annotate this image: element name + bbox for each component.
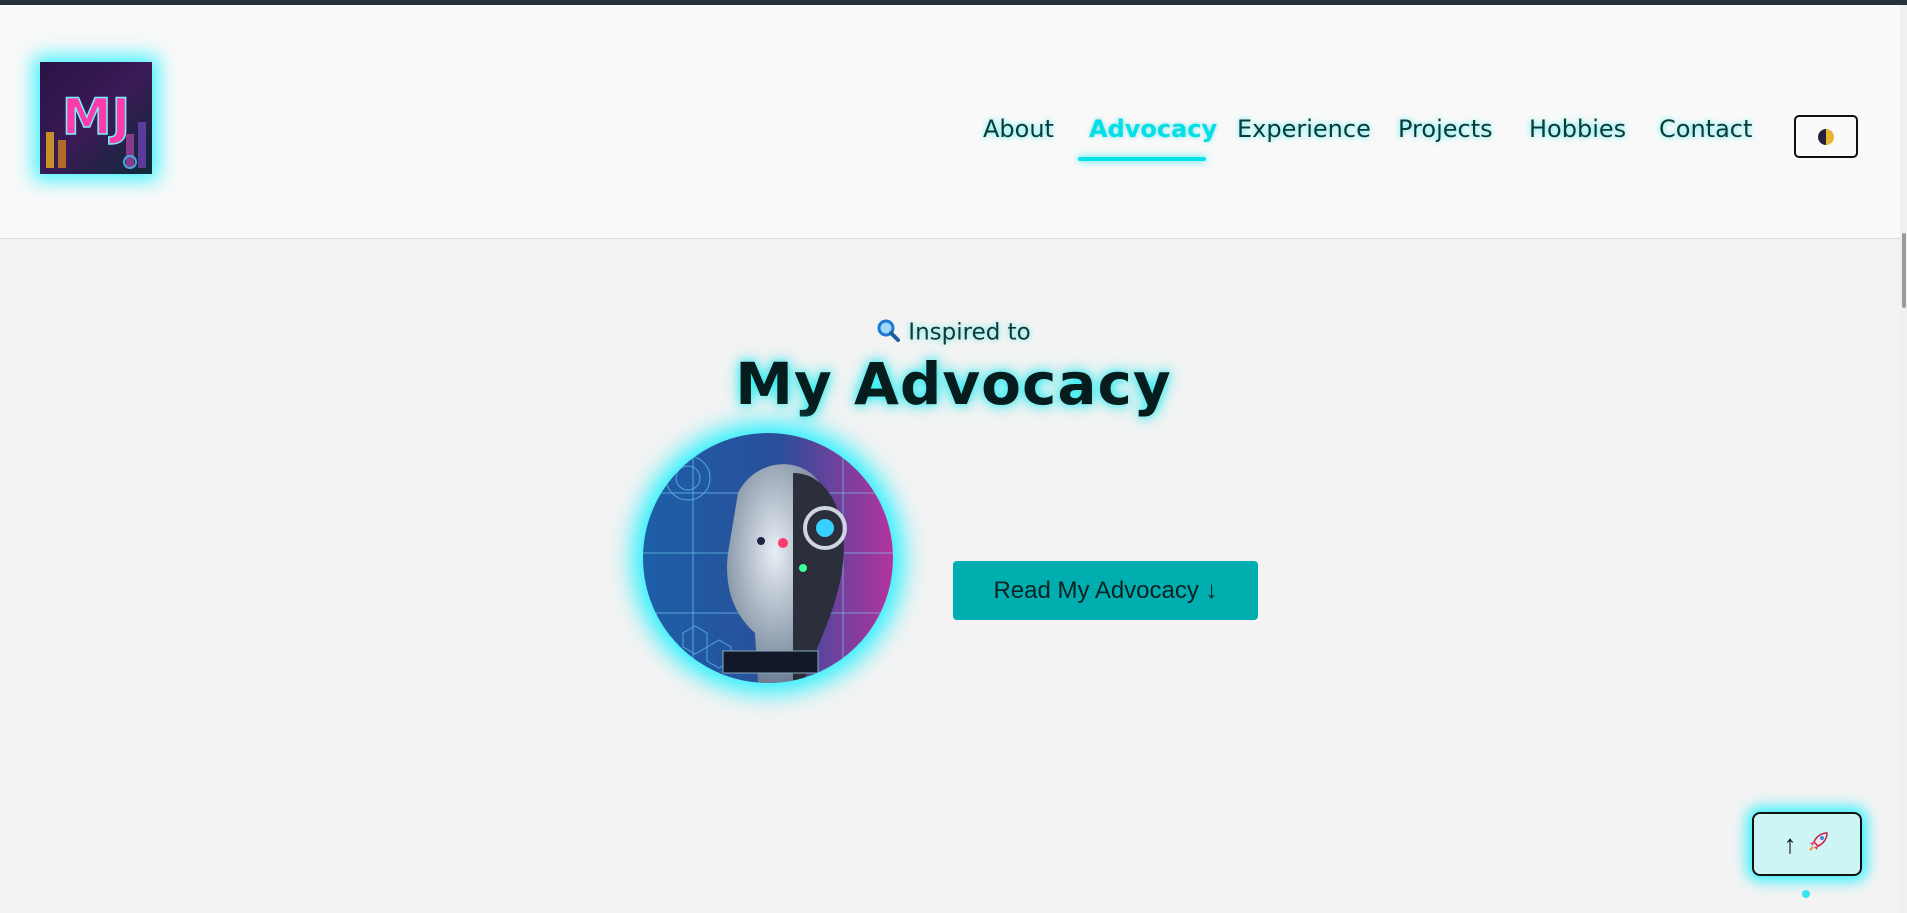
scrollbar-thumb[interactable]	[1902, 233, 1906, 308]
logo-text: MJ	[62, 88, 130, 146]
hero-eyebrow-text: Inspired to	[908, 319, 1031, 346]
scroll-indicator-dot	[1802, 890, 1810, 898]
nav-item-projects[interactable]: Projects	[1398, 115, 1493, 143]
nav-item-advocacy[interactable]: Advocacy	[1089, 115, 1217, 143]
half-circle-theme-icon	[1818, 128, 1834, 145]
nav-item-hobbies[interactable]: Hobbies	[1529, 115, 1626, 143]
nav-item-contact[interactable]: Contact	[1659, 115, 1752, 143]
site-header: MJ About Advocacy Experience Projects Ho…	[0, 5, 1900, 239]
page-title: My Advocacy	[735, 350, 1172, 418]
theme-toggle-button[interactable]	[1794, 115, 1858, 158]
arrow-up-icon: ↑	[1783, 828, 1797, 859]
scrollbar-track[interactable]	[1900, 5, 1907, 913]
hero-eyebrow: Inspired to	[0, 318, 1907, 348]
nav-item-experience[interactable]: Experience	[1237, 115, 1371, 143]
active-nav-underline	[1078, 157, 1206, 161]
magnifier-icon	[876, 318, 901, 348]
read-advocacy-button[interactable]: Read My Advocacy ↓	[953, 561, 1258, 620]
back-to-top-button[interactable]: ↑	[1752, 812, 1862, 876]
nav-item-about[interactable]: About	[983, 115, 1054, 143]
rocket-icon	[1807, 829, 1831, 860]
mj-logo-icon[interactable]: MJ	[40, 62, 152, 174]
ai-robot-portrait	[643, 433, 893, 683]
